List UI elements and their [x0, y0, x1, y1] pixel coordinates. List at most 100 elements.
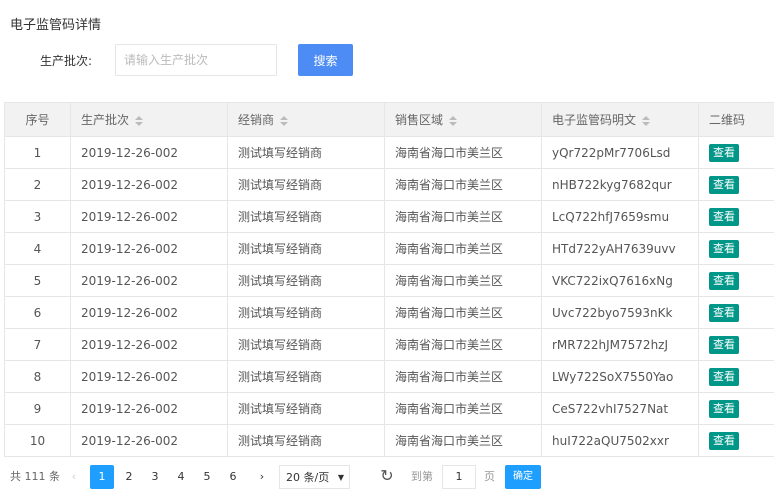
goto-page-input[interactable]	[442, 465, 476, 489]
cell-index: 10	[5, 425, 71, 457]
cell-batch: 2019-12-26-002	[71, 425, 228, 457]
cell-code: rMR722hJM7572hzJ	[542, 329, 699, 361]
next-page-icon[interactable]: ›	[254, 465, 270, 489]
cell-batch: 2019-12-26-002	[71, 329, 228, 361]
sort-icon[interactable]	[135, 116, 143, 126]
view-qrcode-button[interactable]: 查看	[709, 400, 739, 418]
cell-qrcode: 查看	[699, 233, 774, 265]
page-unit-label: 页	[484, 465, 495, 489]
cell-region: 海南省海口市美兰区	[385, 393, 542, 425]
table-row: 82019-12-26-002测试填写经销商海南省海口市美兰区LWy722SoX…	[5, 361, 774, 393]
page-6-button[interactable]: 6	[221, 465, 245, 489]
table-row: 72019-12-26-002测试填写经销商海南省海口市美兰区rMR722hJM…	[5, 329, 774, 361]
header-index: 序号	[5, 103, 71, 137]
table-row: 22019-12-26-002测试填写经销商海南省海口市美兰区nHB722kyg…	[5, 169, 774, 201]
page-title: 电子监管码详情	[10, 14, 101, 33]
refresh-icon[interactable]: ↻	[378, 465, 396, 489]
cell-region: 海南省海口市美兰区	[385, 169, 542, 201]
view-qrcode-button[interactable]: 查看	[709, 144, 739, 162]
cell-qrcode: 查看	[699, 361, 774, 393]
cell-code: LcQ722hfJ7659smu	[542, 201, 699, 233]
prev-page-icon[interactable]: ‹	[66, 465, 82, 489]
page-1-button[interactable]: 1	[90, 465, 114, 489]
total-count: 共 111 条	[10, 465, 60, 489]
view-qrcode-button[interactable]: 查看	[709, 176, 739, 194]
page-3-button[interactable]: 3	[143, 465, 167, 489]
cell-code: CeS722vhI7527Nat	[542, 393, 699, 425]
cell-index: 4	[5, 233, 71, 265]
cell-qrcode: 查看	[699, 329, 774, 361]
cell-qrcode: 查看	[699, 137, 774, 169]
view-qrcode-button[interactable]: 查看	[709, 272, 739, 290]
search-button[interactable]: 搜索	[298, 44, 353, 76]
cell-batch: 2019-12-26-002	[71, 393, 228, 425]
cell-qrcode: 查看	[699, 201, 774, 233]
header-qrcode: 二维码	[699, 103, 774, 137]
cell-region: 海南省海口市美兰区	[385, 425, 542, 457]
cell-dealer: 测试填写经销商	[228, 169, 385, 201]
goto-label: 到第	[411, 465, 433, 489]
cell-qrcode: 查看	[699, 297, 774, 329]
cell-batch: 2019-12-26-002	[71, 265, 228, 297]
page-4-button[interactable]: 4	[169, 465, 193, 489]
cell-dealer: 测试填写经销商	[228, 329, 385, 361]
cell-dealer: 测试填写经销商	[228, 297, 385, 329]
cell-batch: 2019-12-26-002	[71, 169, 228, 201]
table-row: 32019-12-26-002测试填写经销商海南省海口市美兰区LcQ722hfJ…	[5, 201, 774, 233]
cell-dealer: 测试填写经销商	[228, 137, 385, 169]
cell-index: 2	[5, 169, 71, 201]
cell-batch: 2019-12-26-002	[71, 137, 228, 169]
table-row: 12019-12-26-002测试填写经销商海南省海口市美兰区yQr722pMr…	[5, 137, 774, 169]
table-row: 52019-12-26-002测试填写经销商海南省海口市美兰区VKC722ixQ…	[5, 265, 774, 297]
header-dealer[interactable]: 经销商	[228, 103, 385, 137]
cell-batch: 2019-12-26-002	[71, 297, 228, 329]
cell-index: 7	[5, 329, 71, 361]
cell-dealer: 测试填写经销商	[228, 265, 385, 297]
sort-icon[interactable]	[642, 116, 650, 126]
confirm-button[interactable]: 确定	[505, 465, 541, 489]
page-2-button[interactable]: 2	[117, 465, 141, 489]
cell-index: 9	[5, 393, 71, 425]
batch-search-input[interactable]	[115, 44, 277, 76]
cell-dealer: 测试填写经销商	[228, 201, 385, 233]
view-qrcode-button[interactable]: 查看	[709, 304, 739, 322]
cell-code: HTd722yAH7639uvv	[542, 233, 699, 265]
view-qrcode-button[interactable]: 查看	[709, 432, 739, 450]
cell-index: 1	[5, 137, 71, 169]
cell-region: 海南省海口市美兰区	[385, 137, 542, 169]
view-qrcode-button[interactable]: 查看	[709, 368, 739, 386]
cell-qrcode: 查看	[699, 425, 774, 457]
header-region[interactable]: 销售区域	[385, 103, 542, 137]
page-5-button[interactable]: 5	[195, 465, 219, 489]
table-header-row: 序号 生产批次 经销商 销售区域 电子监管码明文 二维码	[5, 103, 774, 137]
cell-dealer: 测试填写经销商	[228, 361, 385, 393]
cell-region: 海南省海口市美兰区	[385, 201, 542, 233]
cell-code: nHB722kyg7682qur	[542, 169, 699, 201]
sort-icon[interactable]	[280, 116, 288, 126]
cell-index: 6	[5, 297, 71, 329]
cell-batch: 2019-12-26-002	[71, 233, 228, 265]
page-size-select[interactable]: 20 条/页▼	[279, 465, 350, 489]
table-row: 92019-12-26-002测试填写经销商海南省海口市美兰区CeS722vhI…	[5, 393, 774, 425]
pagination: 共 111 条 ‹ 1 2 3 4 5 6 › 20 条/页▼ ↻ 到第 页 确…	[0, 465, 774, 489]
caret-down-icon: ▼	[338, 466, 344, 490]
view-qrcode-button[interactable]: 查看	[709, 208, 739, 226]
cell-batch: 2019-12-26-002	[71, 201, 228, 233]
cell-batch: 2019-12-26-002	[71, 361, 228, 393]
search-bar: 生产批次: 搜索	[0, 44, 774, 76]
cell-code: LWy722SoX7550Yao	[542, 361, 699, 393]
cell-code: yQr722pMr7706Lsd	[542, 137, 699, 169]
cell-index: 3	[5, 201, 71, 233]
table-row: 62019-12-26-002测试填写经销商海南省海口市美兰区Uvc722byo…	[5, 297, 774, 329]
header-batch[interactable]: 生产批次	[71, 103, 228, 137]
cell-region: 海南省海口市美兰区	[385, 265, 542, 297]
cell-region: 海南省海口市美兰区	[385, 361, 542, 393]
batch-label: 生产批次:	[40, 52, 92, 69]
cell-dealer: 测试填写经销商	[228, 393, 385, 425]
cell-qrcode: 查看	[699, 265, 774, 297]
view-qrcode-button[interactable]: 查看	[709, 336, 739, 354]
view-qrcode-button[interactable]: 查看	[709, 240, 739, 258]
sort-icon[interactable]	[449, 116, 457, 126]
header-code[interactable]: 电子监管码明文	[542, 103, 699, 137]
cell-code: VKC722ixQ7616xNg	[542, 265, 699, 297]
